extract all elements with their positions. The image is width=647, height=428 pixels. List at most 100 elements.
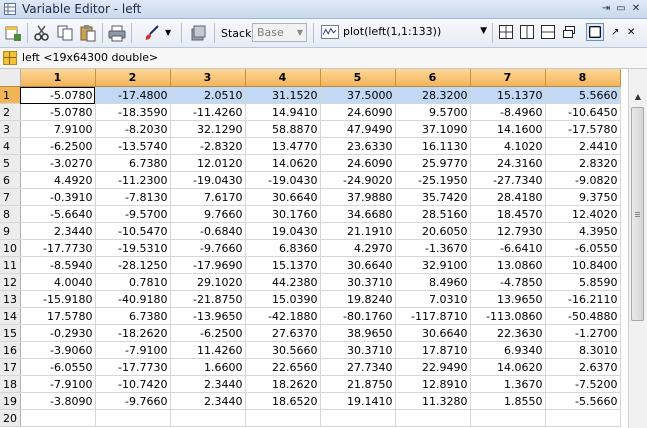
table-cell[interactable]: -5.6640 [20, 205, 96, 223]
table-cell[interactable]: 24.6090 [320, 103, 396, 121]
table-cell[interactable]: 1.3670 [470, 375, 546, 393]
table-cell[interactable]: 5.8590 [545, 273, 621, 291]
table-cell[interactable]: -17.7730 [20, 239, 96, 257]
table-cell[interactable]: -9.7660 [95, 392, 171, 410]
undock-arrow-icon[interactable]: ↗ [611, 27, 619, 38]
table-cell[interactable]: 8.4960 [395, 273, 471, 291]
row-header[interactable]: 13 [0, 290, 21, 308]
table-cell[interactable]: 21.1910 [320, 222, 396, 240]
column-header[interactable]: 8 [545, 69, 621, 87]
table-cell[interactable]: -0.2930 [20, 324, 96, 342]
table-cell[interactable]: 47.9490 [320, 120, 396, 138]
column-header[interactable]: 2 [95, 69, 171, 87]
table-cell[interactable]: -5.0780 [20, 86, 96, 104]
table-cell[interactable]: 15.1370 [245, 256, 321, 274]
plot-select[interactable]: plot(left(1,1:133)) ▼ [319, 23, 489, 42]
table-cell[interactable]: -3.9060 [20, 341, 96, 359]
table-cell[interactable]: -17.7730 [95, 358, 171, 376]
table-cell[interactable]: -9.5700 [95, 205, 171, 223]
table-cell[interactable]: 9.7660 [170, 205, 246, 223]
table-cell[interactable]: -80.1760 [320, 307, 396, 325]
row-header[interactable]: 17 [0, 358, 21, 376]
table-cell[interactable]: 18.4570 [470, 205, 546, 223]
tile-grid-icon[interactable] [499, 25, 513, 39]
undock-icon[interactable]: ⇥ [599, 2, 613, 16]
row-header[interactable]: 4 [0, 137, 21, 155]
table-cell[interactable]: 12.8910 [395, 375, 471, 393]
table-cell[interactable]: 18.6520 [245, 392, 321, 410]
table-cell[interactable]: 8.3010 [545, 341, 621, 359]
table-cell[interactable]: -7.9100 [95, 341, 171, 359]
row-header[interactable]: 10 [0, 239, 21, 257]
table-cell[interactable]: 4.1020 [470, 137, 546, 155]
table-cell[interactable]: -7.9100 [20, 375, 96, 393]
table-cell[interactable]: 6.8360 [245, 239, 321, 257]
tile-columns-icon[interactable] [520, 25, 534, 39]
brush-dropdown-icon[interactable]: ▼ [165, 28, 171, 37]
table-cell[interactable]: 9.5700 [395, 103, 471, 121]
table-cell[interactable]: 13.0860 [470, 256, 546, 274]
row-header[interactable]: 5 [0, 154, 21, 172]
table-cell[interactable]: 22.6560 [245, 358, 321, 376]
grid-corner[interactable] [0, 69, 21, 87]
column-header[interactable]: 3 [170, 69, 246, 87]
table-cell[interactable]: -1.2700 [545, 324, 621, 342]
row-header[interactable]: 19 [0, 392, 21, 410]
table-cell[interactable]: -27.7340 [470, 171, 546, 189]
scrollbar-thumb[interactable] [631, 107, 644, 321]
table-cell[interactable]: 2.3440 [170, 392, 246, 410]
table-cell[interactable]: -6.6410 [470, 239, 546, 257]
brush-icon[interactable] [143, 24, 161, 42]
column-header[interactable]: 7 [470, 69, 546, 87]
table-cell[interactable]: 37.5000 [320, 86, 396, 104]
row-header[interactable]: 7 [0, 188, 21, 206]
table-cell[interactable]: 13.9650 [470, 290, 546, 308]
table-cell[interactable]: -24.9020 [320, 171, 396, 189]
table-cell[interactable]: 9.3750 [545, 188, 621, 206]
scroll-up-icon[interactable]: ▲ [629, 89, 647, 105]
table-cell[interactable]: -18.2620 [95, 324, 171, 342]
table-cell[interactable]: 4.2970 [320, 239, 396, 257]
table-cell[interactable]: 29.1020 [170, 273, 246, 291]
table-cell[interactable]: 34.6680 [320, 205, 396, 223]
table-cell[interactable]: 30.1760 [245, 205, 321, 223]
table-cell[interactable]: 24.3160 [470, 154, 546, 172]
table-cell[interactable]: -8.2030 [95, 120, 171, 138]
table-cell[interactable] [545, 409, 621, 427]
row-header[interactable]: 2 [0, 103, 21, 121]
table-cell[interactable] [395, 409, 471, 427]
table-cell[interactable]: -113.0860 [470, 307, 546, 325]
table-cell[interactable]: -19.0430 [170, 171, 246, 189]
table-cell[interactable]: 44.2380 [245, 273, 321, 291]
table-cell[interactable]: 4.4920 [20, 171, 96, 189]
table-cell[interactable]: 2.3440 [20, 222, 96, 240]
table-cell[interactable]: -9.0820 [545, 171, 621, 189]
maximize-icon[interactable] [586, 23, 604, 41]
table-cell[interactable]: -6.2500 [170, 324, 246, 342]
table-cell[interactable]: 2.0510 [170, 86, 246, 104]
table-cell[interactable]: -42.1880 [245, 307, 321, 325]
table-cell[interactable]: -10.5470 [95, 222, 171, 240]
table-cell[interactable]: 28.3200 [395, 86, 471, 104]
table-cell[interactable]: -9.7660 [170, 239, 246, 257]
row-header[interactable]: 20 [0, 409, 21, 427]
table-cell[interactable]: 19.8240 [320, 290, 396, 308]
table-cell[interactable]: -6.2500 [20, 137, 96, 155]
table-cell[interactable]: -6.0550 [545, 239, 621, 257]
close-icon[interactable]: ✕ [629, 2, 643, 16]
tile-rows-icon[interactable] [541, 25, 555, 39]
table-cell[interactable]: -11.4260 [170, 103, 246, 121]
row-header[interactable]: 11 [0, 256, 21, 274]
table-cell[interactable]: -0.6840 [170, 222, 246, 240]
table-cell[interactable]: -50.4880 [545, 307, 621, 325]
row-header[interactable]: 15 [0, 324, 21, 342]
table-cell[interactable]: -7.5200 [545, 375, 621, 393]
table-cell[interactable]: -19.0430 [245, 171, 321, 189]
table-cell[interactable]: -0.3910 [20, 188, 96, 206]
table-cell[interactable]: 7.9100 [20, 120, 96, 138]
table-cell[interactable]: -117.8710 [395, 307, 471, 325]
table-cell[interactable]: 6.9340 [470, 341, 546, 359]
table-cell[interactable]: 38.9650 [320, 324, 396, 342]
table-cell[interactable]: 12.4020 [545, 205, 621, 223]
column-header[interactable]: 4 [245, 69, 321, 87]
